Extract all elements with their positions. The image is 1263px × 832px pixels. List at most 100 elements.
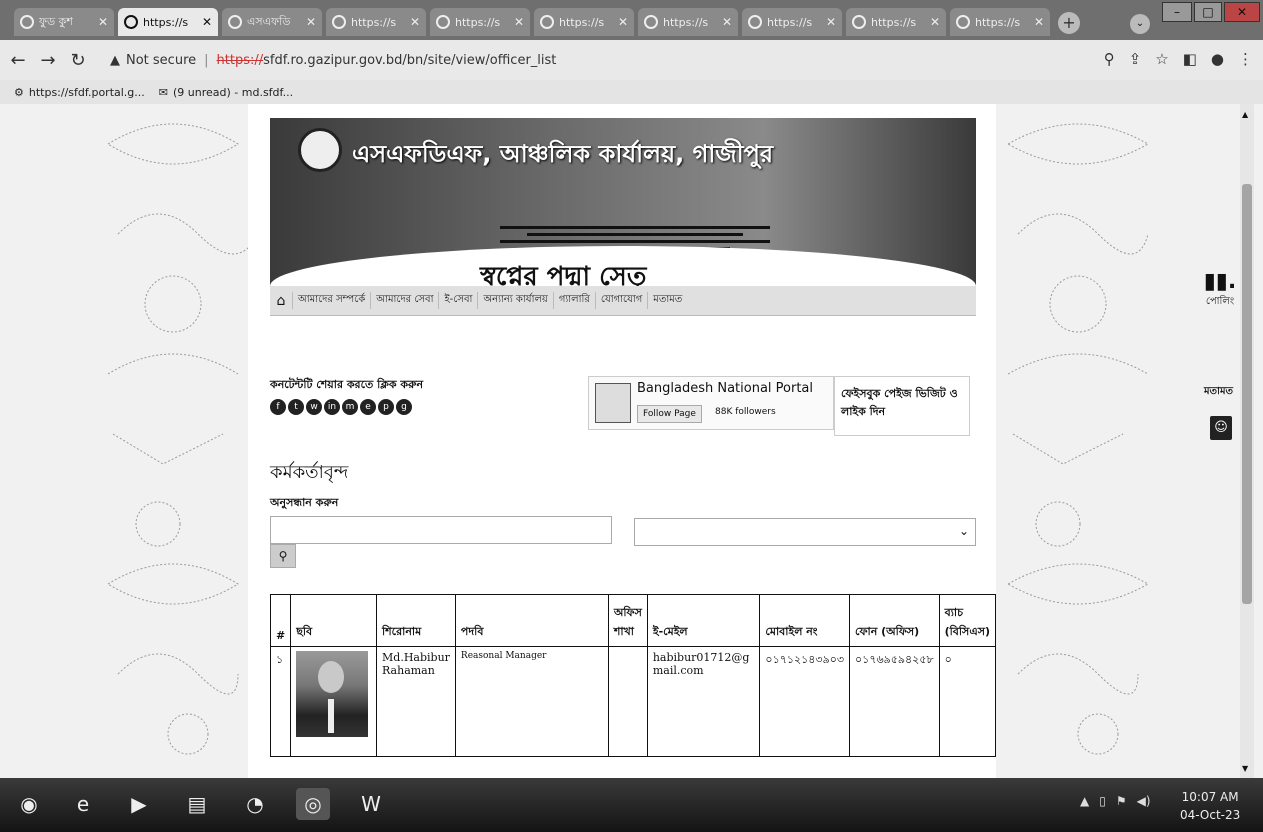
search-button[interactable]: ⚲ (270, 544, 296, 568)
tab-9[interactable]: https://s ✕ (846, 8, 946, 36)
photo-cell (290, 646, 378, 757)
main-menu: ⌂ আমাদের সম্পর্কে আমাদের সেবা ই-সেবা অন্… (270, 286, 976, 316)
search-input[interactable] (270, 516, 612, 544)
close-window-button[interactable]: ✕ (1224, 2, 1260, 22)
tab-5[interactable]: https://s ✕ (430, 8, 530, 36)
tab-2[interactable]: https://s ✕ (118, 8, 218, 36)
app-icon[interactable]: ◔ (238, 788, 272, 820)
bookmark-portal[interactable]: ⚙ https://sfdf.portal.g... (14, 86, 145, 99)
security-label[interactable]: Not secure (126, 53, 196, 68)
globe-icon (228, 15, 242, 29)
menu-item-contact[interactable]: যোগাযোগ (594, 292, 647, 309)
tab-8[interactable]: https://s ✕ (742, 8, 842, 36)
officer-email[interactable]: habibur01712@gmail.com (646, 646, 761, 757)
profile-avatar-icon[interactable]: ● (1211, 50, 1224, 68)
linkedin-icon[interactable]: in (324, 399, 340, 415)
email-icon[interactable]: e (360, 399, 376, 415)
close-icon[interactable]: ✕ (822, 15, 836, 29)
menu-item-gallery[interactable]: গ্যালারি (552, 292, 595, 309)
tab-label: ফুড কুশ (39, 14, 73, 28)
url-bar[interactable]: ▲ Not secure | https:// sfdf.ro.gazipur.… (110, 48, 1110, 72)
facebook-page-widget: Bangladesh National Portal Follow Page 8… (588, 376, 834, 430)
officer-phone: ০১৭৬৯৫৯৪২৫৮ (849, 646, 940, 757)
close-icon[interactable]: ✕ (718, 15, 732, 29)
close-icon[interactable]: ✕ (198, 15, 212, 29)
chrome-icon[interactable]: ◎ (296, 788, 330, 820)
menu-kebab-icon[interactable]: ⋮ (1238, 50, 1253, 68)
close-icon[interactable]: ✕ (302, 15, 316, 29)
volume-icon[interactable]: ◀) (1137, 794, 1151, 808)
scroll-down-icon[interactable]: ▼ (1242, 764, 1248, 773)
tab-1[interactable]: ফুড কুশ ✕ (14, 8, 114, 36)
network-icon[interactable]: ▯ (1099, 794, 1106, 808)
close-icon[interactable]: ✕ (614, 15, 628, 29)
close-icon[interactable]: ✕ (1030, 15, 1044, 29)
messenger-icon[interactable]: m (342, 399, 358, 415)
menu-item-about[interactable]: আমাদের সম্পর্কে (292, 292, 370, 309)
tab-4[interactable]: https://s ✕ (326, 8, 426, 36)
feedback-side-label[interactable]: মতামত (1204, 384, 1233, 401)
back-arrow-icon[interactable]: ← (6, 50, 30, 71)
window-controls: – □ ✕ (1160, 2, 1260, 26)
forward-arrow-icon[interactable]: → (36, 50, 60, 71)
show-hidden-icon[interactable]: ▲ (1080, 794, 1089, 808)
table-row: ১ Md.Habibur Rahaman Reasonal Manager ha… (269, 646, 997, 757)
star-icon[interactable]: ☆ (1155, 50, 1168, 68)
twitter-icon[interactable]: t (288, 399, 304, 415)
accessibility-icon[interactable]: ☺ (1210, 416, 1232, 440)
vertical-scrollbar[interactable]: ▲ ▼ (1240, 104, 1254, 778)
internet-explorer-icon[interactable]: e (66, 788, 100, 820)
media-player-icon[interactable]: ▶ (122, 788, 156, 820)
follow-page-button[interactable]: Follow Page (637, 405, 702, 423)
fb-visit-box[interactable]: ফেইসবুক পেইজ ভিজিট ও লাইক দিন (834, 376, 970, 436)
maximize-button[interactable]: □ (1194, 2, 1222, 22)
portal-logo-icon[interactable] (595, 383, 631, 423)
url-scheme: https:// (216, 52, 264, 68)
clock[interactable]: 10:07 AM 04-Oct-23 (1180, 788, 1240, 824)
reload-icon[interactable]: ↻ (66, 50, 90, 71)
column-header: # (269, 594, 292, 647)
more-icon[interactable]: g (396, 399, 412, 415)
tab-7[interactable]: https://s ✕ (638, 8, 738, 36)
menu-item-eservice[interactable]: ই-সেবা (438, 292, 477, 309)
flag-icon[interactable]: ⚑ (1116, 794, 1127, 808)
poling-widget[interactable]: ▮▮. পোলিং (1200, 269, 1240, 311)
bookmark-mail[interactable]: ✉ (9 unread) - md.sfdf... (159, 86, 293, 99)
poling-label: পোলিং (1205, 296, 1235, 307)
tab-search-chevron-icon[interactable]: ⌄ (1130, 14, 1150, 34)
system-tray: ▲ ▯ ⚑ ◀) (1080, 794, 1151, 808)
menu-item-feedback[interactable]: মতামত (647, 292, 687, 309)
close-icon[interactable]: ✕ (926, 15, 940, 29)
bar-chart-icon: ▮▮. (1203, 269, 1237, 294)
share-icon[interactable]: ⇪ (1129, 50, 1142, 68)
print-icon[interactable]: p (378, 399, 394, 415)
column-header: ফোন (অফিস) (849, 594, 940, 647)
start-button-icon[interactable]: ◉ (12, 788, 46, 820)
word-icon[interactable]: W (354, 788, 388, 820)
home-icon[interactable]: ⌂ (270, 293, 292, 309)
facebook-icon[interactable]: f (270, 399, 286, 415)
filter-select[interactable]: ⌄ (634, 518, 976, 546)
warning-icon[interactable]: ▲ (110, 53, 120, 68)
scrollbar-thumb[interactable] (1242, 184, 1252, 604)
close-icon[interactable]: ✕ (406, 15, 420, 29)
tab-3[interactable]: এসএফডি ✕ (222, 8, 322, 36)
zoom-icon[interactable]: ⚲ (1104, 50, 1115, 68)
fb-page-name[interactable]: Bangladesh National Portal (637, 381, 813, 396)
minimize-button[interactable]: – (1162, 2, 1192, 22)
close-icon[interactable]: ✕ (510, 15, 524, 29)
tab-label: https://s (767, 15, 813, 29)
close-icon[interactable]: ✕ (94, 15, 108, 29)
bookmark-label: (9 unread) - md.sfdf... (173, 85, 294, 99)
new-tab-button[interactable]: + (1058, 12, 1080, 34)
menu-item-other-offices[interactable]: অন্যান্য কার্যালয় (477, 292, 552, 309)
file-explorer-icon[interactable]: ▤ (180, 788, 214, 820)
whatsapp-icon[interactable]: w (306, 399, 322, 415)
tab-6[interactable]: https://s ✕ (534, 8, 634, 36)
scroll-up-icon[interactable]: ▲ (1242, 110, 1248, 119)
menu-item-services[interactable]: আমাদের সেবা (370, 292, 438, 309)
tab-10[interactable]: https://s ✕ (950, 8, 1050, 36)
follower-count: 88K followers (715, 407, 776, 417)
officer-photo[interactable] (296, 651, 369, 737)
sidepanel-icon[interactable]: ◧ (1183, 50, 1197, 68)
